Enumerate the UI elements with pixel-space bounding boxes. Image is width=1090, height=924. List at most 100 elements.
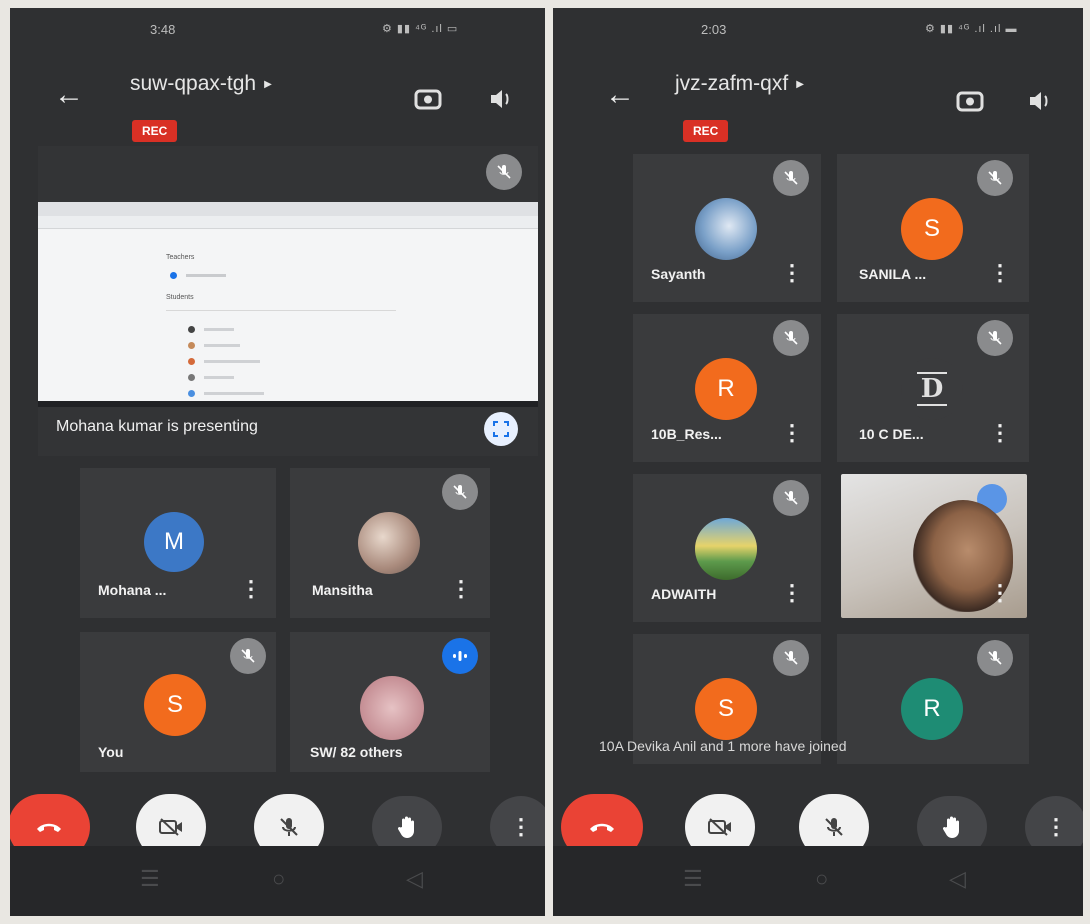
participant-name: SW/ 82 others xyxy=(310,744,403,760)
participant-name: ADWAITH xyxy=(651,586,717,602)
more-options-icon[interactable]: ⋮ xyxy=(240,578,262,600)
more-options-icon[interactable]: ⋮ xyxy=(781,582,803,604)
mic-off-icon xyxy=(442,474,478,510)
participant-name: You xyxy=(98,744,124,760)
more-options-icon: ⋮ xyxy=(1045,814,1067,839)
caret-right-icon: ▶ xyxy=(796,78,804,90)
camera-off-icon xyxy=(708,818,731,836)
student-avatar xyxy=(188,358,195,365)
left-phone-screen: 3:48 ⚙ ▮▮ ⁴ᴳ .ıl ▭ ← suw-qpax-tgh ▶ REC T… xyxy=(10,8,545,916)
participant-name: 10 C DE... xyxy=(859,426,924,442)
student-name-line xyxy=(204,392,264,395)
presentation-tile[interactable]: Teachers Students Mohana kumar is presen… xyxy=(38,146,538,456)
mic-off-icon xyxy=(825,818,843,836)
avatar-photo xyxy=(358,512,420,574)
browser-tab-bar xyxy=(38,202,538,216)
meeting-code[interactable]: jvz-zafm-qxf ▶ xyxy=(675,72,804,96)
participant-tile[interactable]: Mansitha ⋮ xyxy=(290,468,490,618)
back-arrow-icon[interactable]: ← xyxy=(54,80,84,110)
participant-name: SANILA ... xyxy=(859,266,927,282)
teachers-heading: Teachers xyxy=(166,254,195,261)
more-options-icon[interactable]: ⋮ xyxy=(989,422,1011,444)
avatar-photo xyxy=(360,676,424,740)
participant-name: 10B_Res... xyxy=(651,426,722,442)
student-avatar xyxy=(188,342,195,349)
android-nav-bar: ☰ ○ ◁ xyxy=(10,846,545,916)
avatar-initial: S xyxy=(923,215,940,242)
avatar-initial: R xyxy=(923,695,941,722)
home-nav-icon[interactable]: ○ xyxy=(272,866,285,892)
mic-off-icon xyxy=(977,160,1013,196)
participant-tile[interactable]: R xyxy=(837,634,1029,764)
back-arrow-icon[interactable]: ← xyxy=(605,80,635,110)
logo-text: D xyxy=(916,372,948,406)
more-options-icon: ⋮ xyxy=(510,814,532,839)
switch-camera-icon[interactable] xyxy=(955,86,985,121)
avatar: S xyxy=(901,198,963,260)
more-options-icon[interactable]: ⋮ xyxy=(781,262,803,284)
more-options-icon[interactable]: ⋮ xyxy=(450,578,472,600)
avatar: S xyxy=(144,674,206,736)
home-nav-icon[interactable]: ○ xyxy=(815,866,828,892)
status-icons: ⚙ ▮▮ ⁴ᴳ .ıl .ıl ▬ xyxy=(925,23,1018,35)
hand-icon xyxy=(397,816,414,838)
meeting-code-text: suw-qpax-tgh xyxy=(130,72,257,95)
avatar: R xyxy=(901,678,963,740)
switch-camera-icon[interactable] xyxy=(413,84,443,119)
mic-off-icon xyxy=(977,640,1013,676)
student-name-line xyxy=(204,344,240,347)
mic-off-icon xyxy=(230,638,266,674)
more-options-icon[interactable]: ⋮ xyxy=(781,422,803,444)
self-video-tile[interactable]: ⋮ xyxy=(841,474,1027,618)
more-options-icon[interactable]: ⋮ xyxy=(989,582,1011,604)
student-avatar xyxy=(188,326,195,333)
student-name-line xyxy=(204,360,260,363)
participant-tile[interactable]: SW/ 82 others xyxy=(290,632,490,772)
mic-off-icon xyxy=(773,320,809,356)
meeting-code-text: jvz-zafm-qxf xyxy=(675,72,789,95)
participant-tile[interactable]: S SANILA ... ⋮ xyxy=(837,154,1029,302)
avatar-initial: S xyxy=(166,691,183,718)
mic-off-icon xyxy=(977,320,1013,356)
speaker-icon[interactable] xyxy=(488,86,514,117)
avatar-photo xyxy=(695,518,757,580)
end-call-icon xyxy=(590,823,614,832)
recents-nav-icon[interactable]: ☰ xyxy=(140,866,160,892)
participant-name: Mansitha xyxy=(312,582,373,598)
student-name-line xyxy=(204,376,234,379)
back-nav-icon[interactable]: ◁ xyxy=(949,866,966,892)
participant-tile[interactable]: R 10B_Res... ⋮ xyxy=(633,314,821,462)
participant-tile[interactable]: D 10 C DE... ⋮ xyxy=(837,314,1029,462)
participant-tile[interactable]: Sayanth ⋮ xyxy=(633,154,821,302)
status-time: 3:48 xyxy=(150,22,176,37)
participant-tile[interactable]: M Mohana ... ⋮ xyxy=(80,468,276,618)
speaking-indicator-icon xyxy=(442,638,478,674)
speaker-icon[interactable] xyxy=(1027,88,1053,119)
avatar: R xyxy=(695,358,757,420)
status-icons: ⚙ ▮▮ ⁴ᴳ .ıl ▭ xyxy=(382,23,459,35)
mic-off-icon xyxy=(773,640,809,676)
mic-off-icon xyxy=(280,818,298,836)
meeting-code[interactable]: suw-qpax-tgh ▶ xyxy=(130,72,272,96)
recents-nav-icon[interactable]: ☰ xyxy=(683,866,703,892)
participant-tile[interactable]: S You xyxy=(80,632,276,772)
mic-off-icon xyxy=(773,160,809,196)
fullscreen-icon[interactable] xyxy=(484,412,518,446)
avatar-initial: S xyxy=(717,695,734,722)
avatar: M xyxy=(144,512,204,572)
divider xyxy=(166,310,396,311)
avatar-initial: R xyxy=(717,375,735,402)
avatar-initial: M xyxy=(164,528,184,555)
more-options-icon[interactable]: ⋮ xyxy=(989,262,1011,284)
shared-screen: Teachers Students xyxy=(38,202,538,407)
teacher-name-line xyxy=(186,274,226,277)
teacher-avatar xyxy=(170,272,177,279)
caret-right-icon: ▶ xyxy=(264,78,272,90)
mic-off-icon xyxy=(486,154,522,190)
back-nav-icon[interactable]: ◁ xyxy=(406,866,423,892)
camera-off-icon xyxy=(159,818,182,836)
mic-off-icon xyxy=(773,480,809,516)
participant-tile[interactable]: ADWAITH ⋮ xyxy=(633,474,821,622)
student-avatar xyxy=(188,374,195,381)
rec-badge: REC xyxy=(683,120,729,142)
